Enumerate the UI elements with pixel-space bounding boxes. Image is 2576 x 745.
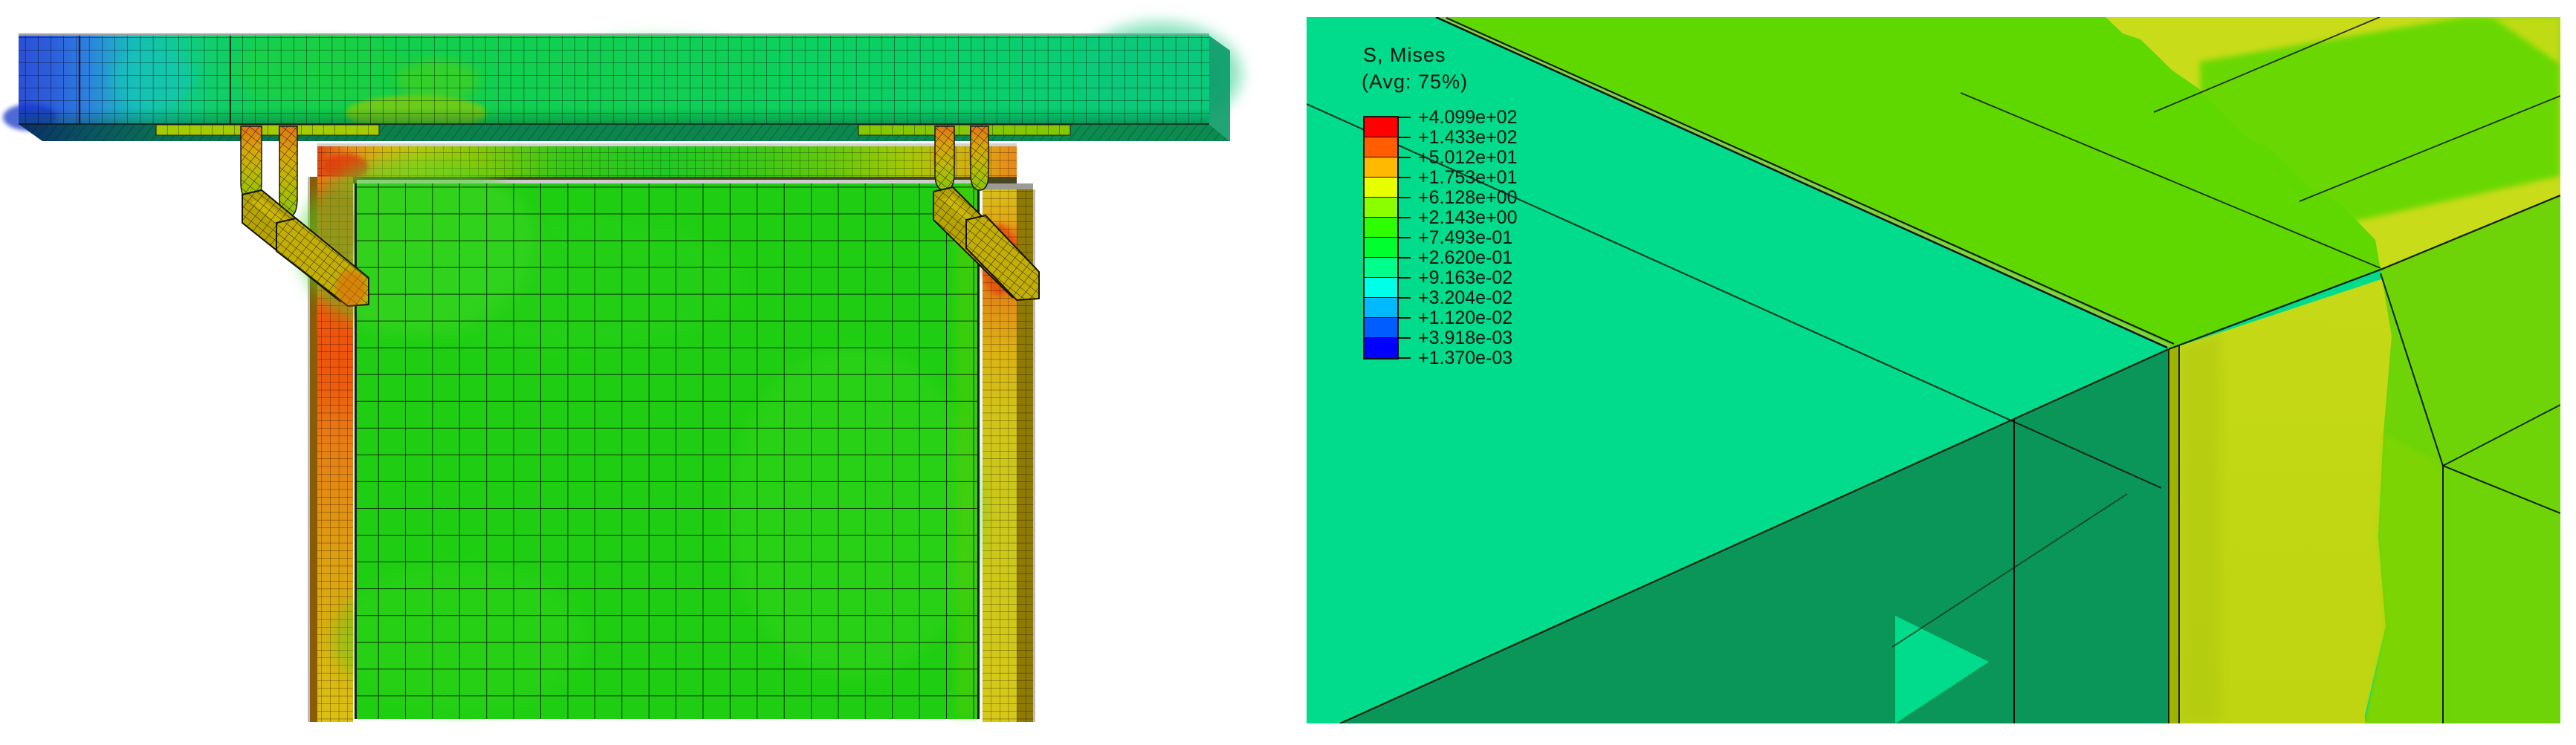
closeup-faces xyxy=(1307,17,2560,723)
center-panel xyxy=(297,156,981,719)
overview-rendering xyxy=(0,0,1263,745)
slab-beam xyxy=(3,22,1241,141)
panel-frame xyxy=(297,143,1035,722)
beam-end-face xyxy=(1209,36,1230,141)
overview-viewport xyxy=(0,0,1263,745)
closeup-viewport: S, Mises (Avg: 75%) +4.099e+02+1.433e+02… xyxy=(1307,17,2560,723)
closeup-rendering xyxy=(1307,17,2560,723)
edge-highlight-strip xyxy=(2169,346,2179,723)
fea-figure: S, Mises (Avg: 75%) +4.099e+02+1.433e+02… xyxy=(0,0,2576,745)
